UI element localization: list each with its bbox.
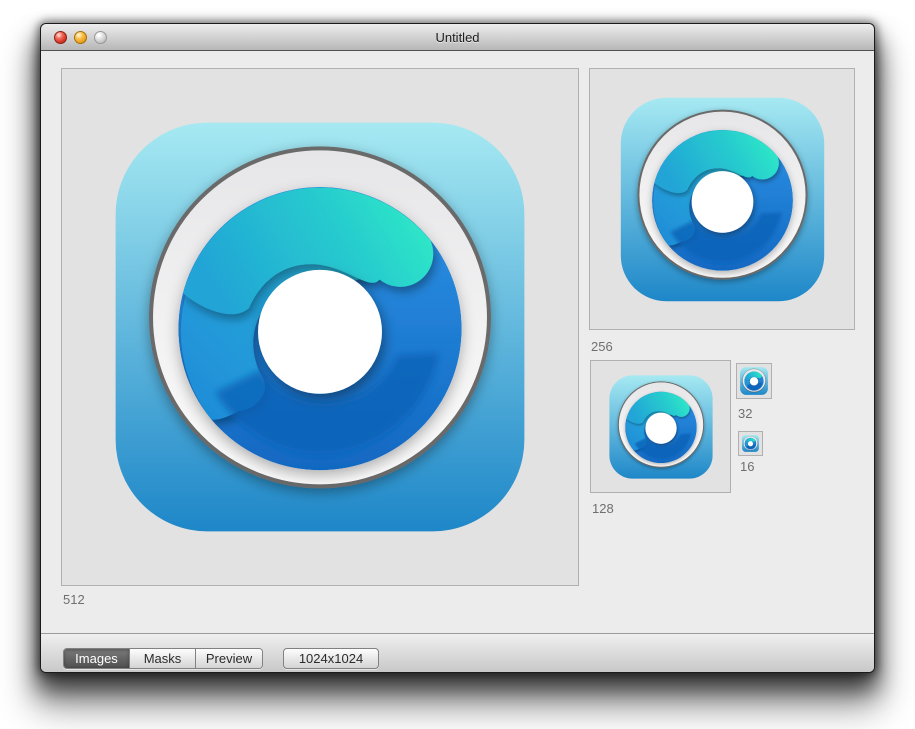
preview-pane-512[interactable] [61,68,579,586]
window-title: Untitled [41,24,874,51]
view-mode-segmented-control: Images Masks Preview [63,648,263,669]
bottom-toolbar: Images Masks Preview 1024x1024 [41,633,874,673]
size-label-512: 512 [63,592,85,607]
app-icon-16 [742,435,759,452]
canvas-size-button[interactable]: 1024x1024 [283,648,379,669]
size-label-256: 256 [591,339,613,354]
preview-pane-128[interactable] [590,360,731,493]
preview-pane-256[interactable] [589,68,855,330]
app-icon-32 [740,367,768,395]
preview-pane-32[interactable] [736,363,772,399]
window-titlebar: Untitled [41,24,874,51]
content-area: 512 256 128 32 16 [41,51,874,633]
app-window: Untitled 512 256 128 32 16 Images Masks … [40,23,875,673]
size-label-32: 32 [738,406,752,421]
size-label-16: 16 [740,459,754,474]
app-icon-256 [620,97,825,302]
tab-preview[interactable]: Preview [196,649,262,668]
app-icon-128 [609,375,713,479]
app-icon-512 [114,121,526,533]
size-label-128: 128 [592,501,614,516]
tab-images[interactable]: Images [64,649,130,668]
preview-pane-16[interactable] [738,431,763,456]
tab-masks[interactable]: Masks [130,649,196,668]
